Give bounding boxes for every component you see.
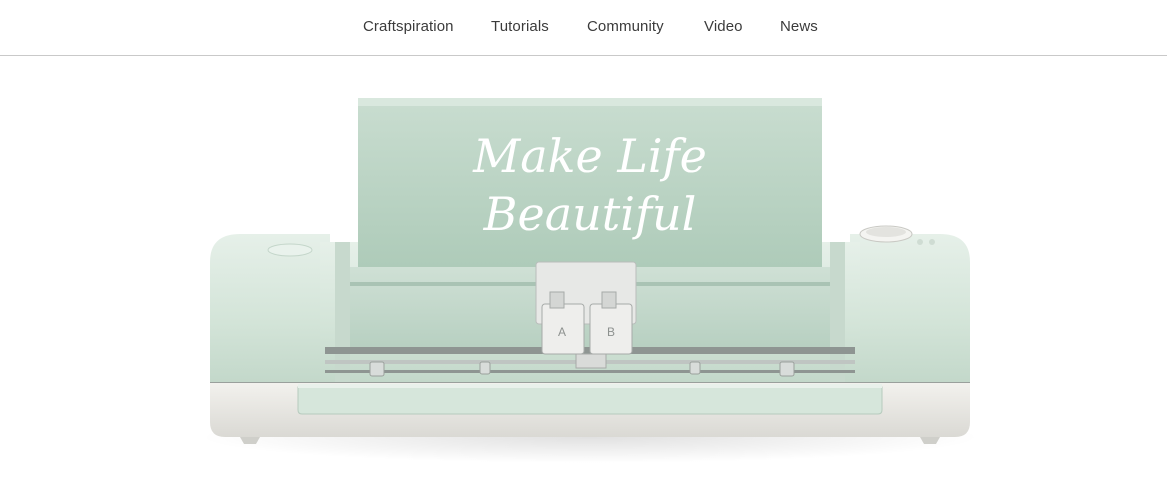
hero-product-image: Make Life Beautiful A B [190, 92, 990, 474]
nav-link-craftspiration[interactable]: Craftspiration [363, 18, 454, 35]
dial-knob [866, 227, 906, 237]
tray-lip [298, 384, 882, 388]
nav-menu: Craftspiration Tutorials Community Video… [0, 0, 1167, 56]
roller-bar [325, 370, 855, 373]
blade-housing-a [549, 291, 565, 309]
tagline-line-1: Make Life [472, 129, 707, 183]
carriage-foot [575, 353, 607, 369]
clamp-b-label: B [607, 325, 615, 339]
status-light-icon [917, 239, 923, 245]
cutting-machine-illustration: Make Life Beautiful A B [200, 98, 980, 463]
front-tray [297, 386, 883, 415]
nav-link-community[interactable]: Community [587, 18, 664, 35]
nav-link-news[interactable]: News [780, 18, 818, 35]
clamp-a-label: A [558, 325, 566, 339]
nav-link-tutorials[interactable]: Tutorials [491, 18, 549, 35]
left-end-cap [210, 234, 330, 382]
roller-2 [479, 361, 491, 375]
roller-right [779, 361, 795, 377]
top-navigation: Craftspiration Tutorials Community Video… [0, 0, 1167, 56]
tagline-line-2: Beautiful [483, 187, 697, 241]
roller-3 [689, 361, 701, 375]
blade-housing-b [601, 291, 617, 309]
nav-link-video[interactable]: Video [704, 18, 743, 35]
roller-left [369, 361, 385, 377]
lid-top-edge [358, 98, 822, 106]
right-end-cap [850, 234, 970, 382]
left-button [267, 243, 313, 257]
status-light-icon-2 [929, 239, 935, 245]
